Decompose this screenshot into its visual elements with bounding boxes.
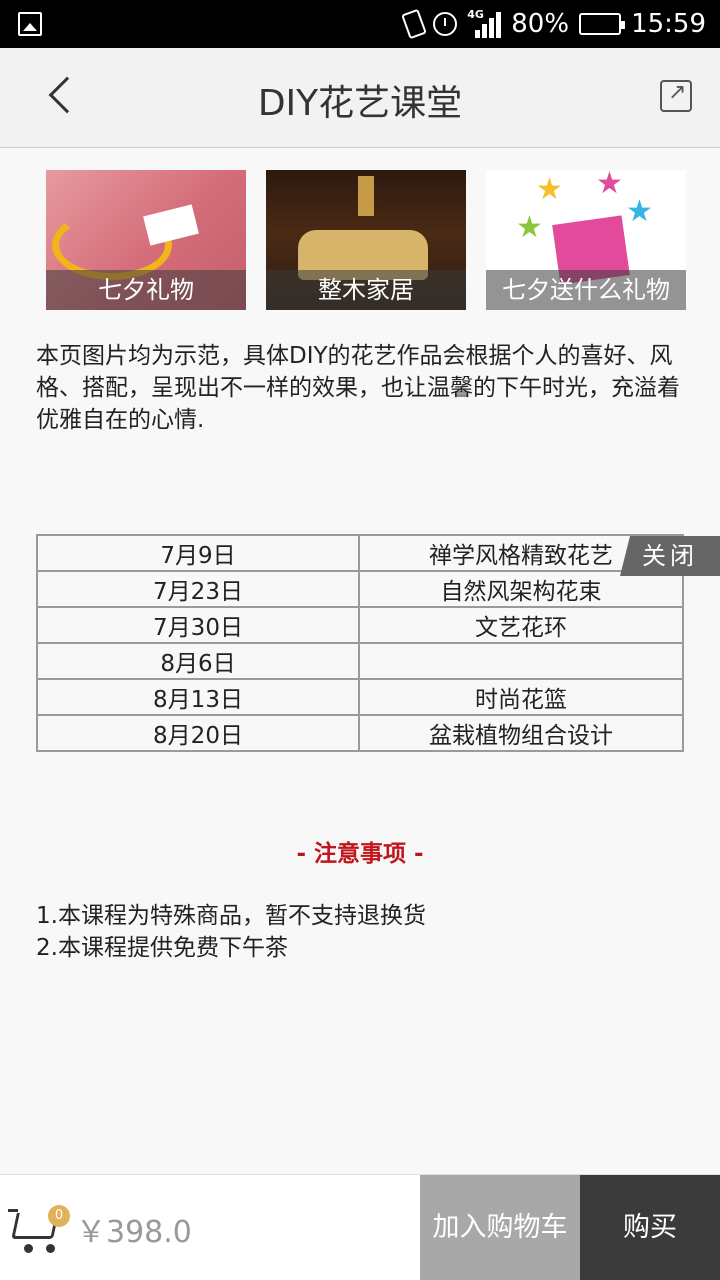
table-row: 8月6日 — [36, 642, 684, 680]
schedule-table: 7月9日 禅学风格精致花艺 7月23日 自然风架构花束 7月30日 文艺花环 8月6日… — [36, 534, 684, 752]
vibrate-icon — [401, 8, 428, 40]
cart-count-badge: 0 — [48, 1205, 70, 1227]
alarm-icon — [433, 12, 458, 36]
thumbnail-caption: 七夕送什么礼物 — [486, 270, 686, 310]
table-row: 7月30日 文艺花环 — [36, 606, 684, 644]
signal-icon: 4G — [467, 8, 502, 38]
price: ￥398.0 — [76, 1215, 192, 1250]
close-button[interactable]: 关闭 — [620, 536, 720, 576]
gallery-icon — [18, 12, 42, 36]
buy-button[interactable]: 购买 — [580, 1175, 720, 1280]
list-item: 2.本课程提供免费下午茶 — [36, 935, 288, 961]
list-item: 1.本课程为特殊商品，暂不支持退换货 — [36, 903, 426, 929]
thumbnail-card[interactable]: 七夕礼物 — [46, 170, 246, 310]
related-thumbnails: 七夕礼物 整木家居 ★ ★ ★ ★ 七夕送什么礼物 — [46, 170, 686, 310]
battery-percent: 80% — [511, 9, 570, 39]
title-bar: DIY花艺课堂 — [0, 48, 720, 148]
thumbnail-card[interactable]: ★ ★ ★ ★ 七夕送什么礼物 — [486, 170, 686, 310]
clock: 15:59 — [631, 9, 706, 39]
thumbnail-caption: 七夕礼物 — [46, 270, 246, 310]
notice-list: 1.本课程为特殊商品，暂不支持退换货 2.本课程提供免费下午茶 — [36, 900, 426, 964]
table-row: 7月9日 禅学风格精致花艺 — [36, 534, 684, 572]
bottom-action-bar: 0 ￥398.0 加入购物车 购买 — [0, 1174, 720, 1280]
network-type: 4G — [467, 8, 484, 21]
page-title: DIY花艺课堂 — [257, 83, 463, 124]
battery-icon — [579, 13, 626, 35]
table-row: 8月20日 盆栽植物组合设计 — [36, 714, 684, 752]
table-row: 7月23日 自然风架构花束 — [36, 570, 684, 608]
status-bar: 4G 80% 15:59 — [0, 0, 720, 48]
course-description: 本页图片均为示范，具体DIY的花艺作品会根据个人的喜好、风格、搭配，呈现出不一样… — [36, 343, 680, 433]
thumbnail-caption: 整木家居 — [266, 270, 466, 310]
thumbnail-card[interactable]: 整木家居 — [266, 170, 466, 310]
add-to-cart-button[interactable]: 加入购物车 — [420, 1175, 580, 1280]
table-row: 8月13日 时尚花篮 — [36, 678, 684, 716]
share-icon[interactable] — [660, 80, 692, 112]
notice-title: - 注意事项 - — [296, 841, 424, 867]
